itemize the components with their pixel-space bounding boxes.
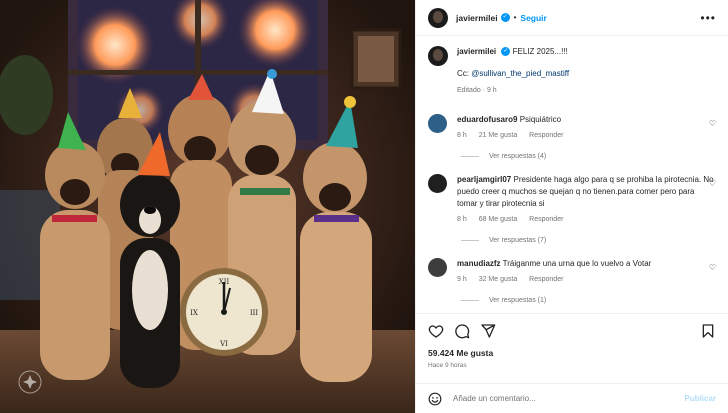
comment-likes[interactable]: 68 Me gusta xyxy=(479,216,518,223)
instagram-post-view: XII III VI IX javiermilei ✓ • Seguir ••• xyxy=(0,0,728,413)
comment-body: manudiazfz Tráiganme una urna que lo vue… xyxy=(457,258,716,286)
emoji-icon[interactable] xyxy=(428,392,442,406)
verified-badge-icon: ✓ xyxy=(501,47,511,57)
comment-time[interactable]: 9 h xyxy=(457,276,467,283)
caption-author-avatar[interactable] xyxy=(428,46,448,66)
reply-button[interactable]: Responder xyxy=(529,276,563,283)
comments-section[interactable]: javiermilei ✓ FELIZ 2025...!!! Cc: @sull… xyxy=(416,36,728,313)
share-icon[interactable] xyxy=(480,323,496,339)
comment-likes[interactable]: 32 Me gusta xyxy=(479,276,518,283)
comment-meta: 8 h 21 Me gusta Responder xyxy=(457,130,716,142)
post-header: javiermilei ✓ • Seguir ••• xyxy=(416,0,728,36)
heart-icon[interactable] xyxy=(428,323,444,339)
comment-meta: 9 h 32 Me gusta Responder xyxy=(457,274,716,286)
comment-like-heart-icon[interactable]: ♡ xyxy=(709,119,716,128)
comment-username[interactable]: eduardofusaro9 xyxy=(457,115,517,124)
post-image[interactable]: XII III VI IX xyxy=(0,0,415,413)
caption-cc-prefix: Cc: xyxy=(457,69,472,78)
comment-time[interactable]: 8 h xyxy=(457,216,467,223)
post-actions: 59.424 Me gusta Hace 9 horas xyxy=(416,313,728,383)
comment-like-heart-icon[interactable]: ♡ xyxy=(709,263,716,272)
view-replies-label[interactable]: Ver respuestas (1) xyxy=(489,297,546,304)
comment-text: Psiquiátrico xyxy=(519,115,562,124)
dogs-new-year-illustration: XII III VI IX xyxy=(0,0,415,413)
comment-likes[interactable]: 21 Me gusta xyxy=(479,132,518,139)
post-sidebar: javiermilei ✓ • Seguir ••• javiermilei ✓… xyxy=(415,0,728,413)
commenter-avatar[interactable] xyxy=(428,174,447,193)
author-username[interactable]: javiermilei xyxy=(456,13,498,23)
follow-button[interactable]: Seguir xyxy=(520,13,546,23)
comment-body: pearljamgirl07 Presidente haga algo para… xyxy=(457,174,716,226)
comment-item: eduardofusaro9 Psiquiátrico 8 h 21 Me gu… xyxy=(428,114,716,142)
view-replies-button[interactable]: Ver respuestas (1) xyxy=(461,297,716,304)
comment-icon[interactable] xyxy=(454,323,470,339)
comment-item: pearljamgirl07 Presidente haga algo para… xyxy=(428,174,716,226)
view-replies-button[interactable]: Ver respuestas (4) xyxy=(461,153,716,160)
caption-text: FELIZ 2025...!!! xyxy=(512,47,568,56)
reply-button[interactable]: Responder xyxy=(529,216,563,223)
commenter-avatar[interactable] xyxy=(428,114,447,133)
comment-username[interactable]: manudiazfz xyxy=(457,259,501,268)
caption-body: javiermilei ✓ FELIZ 2025...!!! Cc: @sull… xyxy=(457,46,569,96)
reply-button[interactable]: Responder xyxy=(529,132,563,139)
comment-input[interactable] xyxy=(453,394,685,403)
svg-text:IX: IX xyxy=(190,309,198,317)
replies-line xyxy=(461,240,479,241)
bookmark-icon[interactable] xyxy=(700,323,716,339)
comment-meta: 8 h 68 Me gusta Responder xyxy=(457,214,716,226)
verified-badge-icon: ✓ xyxy=(500,13,510,22)
comment-body: eduardofusaro9 Psiquiátrico 8 h 21 Me gu… xyxy=(457,114,716,142)
view-replies-label[interactable]: Ver respuestas (7) xyxy=(489,237,546,244)
comment-like-heart-icon[interactable]: ♡ xyxy=(709,179,716,188)
svg-text:III: III xyxy=(250,309,259,317)
separator-dot: • xyxy=(513,13,517,22)
author-avatar[interactable] xyxy=(428,7,448,28)
caption-mention-link[interactable]: @sullivan_the_pied_mastiff xyxy=(471,69,569,78)
action-icons xyxy=(428,322,716,340)
view-replies-button[interactable]: Ver respuestas (7) xyxy=(461,237,716,244)
svg-text:VI: VI xyxy=(219,340,228,348)
caption: javiermilei ✓ FELIZ 2025...!!! Cc: @sull… xyxy=(428,46,716,96)
caption-cc: Cc: @sullivan_the_pied_mastiff xyxy=(457,68,569,79)
comment-username[interactable]: pearljamgirl07 xyxy=(457,175,511,184)
caption-author[interactable]: javiermilei xyxy=(457,47,496,56)
caption-meta: Editado · 9 h xyxy=(457,87,497,94)
more-options-icon[interactable]: ••• xyxy=(700,12,716,24)
comment-text: Tráiganme una urna que lo vuelvo a Votar xyxy=(502,259,652,268)
view-replies-label[interactable]: Ver respuestas (4) xyxy=(489,153,546,160)
commenter-avatar[interactable] xyxy=(428,258,447,277)
comment-time[interactable]: 8 h xyxy=(457,132,467,139)
likes-count[interactable]: 59.424 Me gusta xyxy=(428,348,716,358)
svg-text:XII: XII xyxy=(219,278,230,286)
replies-line xyxy=(461,300,479,301)
publish-button[interactable]: Publicar xyxy=(684,394,716,403)
post-timestamp[interactable]: Hace 9 horas xyxy=(428,362,716,369)
replies-line xyxy=(461,156,479,157)
add-comment-bar: Publicar xyxy=(416,383,728,413)
comment-item: manudiazfz Tráiganme una urna que lo vue… xyxy=(428,258,716,286)
